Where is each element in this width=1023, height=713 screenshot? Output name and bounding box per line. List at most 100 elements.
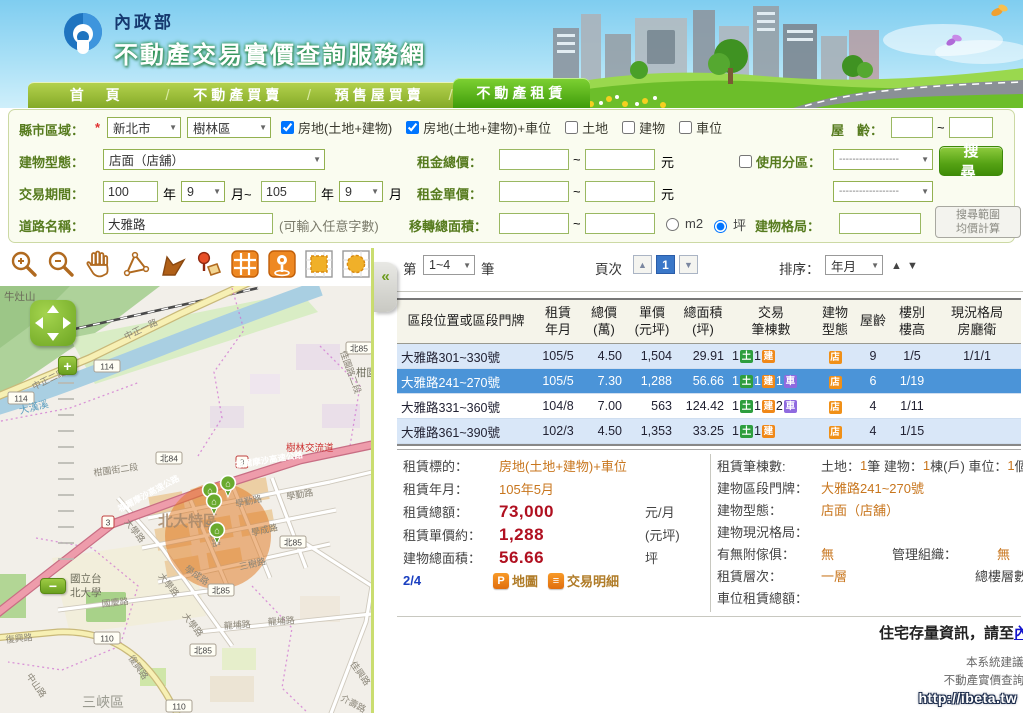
nav-tab-1[interactable]: 首 頁: [28, 82, 165, 108]
use-zone-checkbox-input[interactable]: [739, 155, 752, 168]
zone2-select[interactable]: ------------------▼: [833, 181, 933, 202]
sort-desc-button[interactable]: ▼: [907, 260, 918, 272]
area-label: 移轉總面積：: [409, 216, 487, 235]
property-type-option-5[interactable]: 車位: [679, 118, 722, 137]
rent-unit-min-input[interactable]: [499, 181, 569, 202]
map-zoom-in-button[interactable]: +: [58, 356, 77, 375]
use-zone-checkbox[interactable]: 使用分區：: [739, 152, 821, 171]
property-type-option-2[interactable]: 房地(土地+建物)+車位: [406, 118, 551, 137]
map[interactable]: 114114北84北85北85北85北8511011033 牛灶山中正二路中正一…: [0, 286, 372, 713]
badge-建: 建: [762, 400, 775, 413]
rent-total-max-input[interactable]: [585, 149, 655, 170]
collapse-map-panel-button[interactable]: «: [374, 262, 397, 312]
polygon-measure-icon[interactable]: [119, 249, 151, 282]
nav-tab-2[interactable]: 不動產買賣: [170, 82, 307, 108]
nav-tabs: 首 頁/不動產買賣/預售屋買賣/不動產租賃: [28, 82, 590, 108]
month-unit: 月: [389, 184, 402, 203]
property-type-checkbox-input[interactable]: [565, 121, 578, 134]
sort-label: 排序：: [779, 258, 820, 278]
tilde: ~: [573, 216, 581, 231]
table-row-1[interactable]: 大雅路301~330號105/54.501,50429.911土1建店91/51…: [397, 344, 1021, 369]
badge-土: 土: [740, 375, 753, 388]
cell-total-price: 7.00: [581, 399, 627, 413]
street-blocks-icon[interactable]: [229, 249, 261, 282]
road-number-badge: 3: [106, 518, 111, 528]
zoom-out-icon[interactable]: [45, 249, 77, 282]
property-type-checkbox-input[interactable]: [679, 121, 692, 134]
age-max-input[interactable]: [949, 117, 993, 138]
building-type-select[interactable]: 店面（店舖）▼: [103, 149, 325, 170]
moi-logo-icon: [62, 8, 104, 54]
moi-platform-link[interactable]: 內政部不動產資訊平台: [1014, 625, 1023, 642]
county-select[interactable]: 新北市▼: [107, 117, 181, 138]
cell-unit-price: 1,504: [627, 349, 677, 363]
store-badge: 店: [829, 426, 842, 439]
property-type-option-4[interactable]: 建物: [622, 118, 665, 137]
zoom-in-icon[interactable]: [8, 249, 40, 282]
m2-radio[interactable]: m2: [661, 215, 703, 231]
detail-actions-row: 2/4P地圖≡交易明細: [397, 569, 707, 592]
detail-row: 有無附傢俱：無管理組織：無: [717, 542, 1022, 564]
area-min-input[interactable]: [499, 213, 569, 234]
map-pan-control[interactable]: [30, 300, 76, 346]
pin-select-icon[interactable]: [193, 249, 225, 282]
count-suffix: 筆: [481, 258, 495, 278]
property-type-checkbox-input[interactable]: [406, 121, 419, 134]
road-number-badge: 北85: [212, 586, 230, 596]
map-zoom-slider[interactable]: [58, 382, 74, 574]
circle-range-icon[interactable]: [340, 249, 372, 282]
map-button[interactable]: P地圖: [493, 571, 538, 590]
detail-row: 建物型態：店面（店舖）: [717, 498, 1022, 520]
layout-input[interactable]: [839, 213, 921, 234]
detail-value-segment: 1: [923, 458, 930, 473]
road-name-input[interactable]: [103, 213, 273, 234]
road-number-badge: 110: [172, 702, 186, 712]
results-header: 第 1~4▼ 筆 頁次 ▲ 1 ▼ 排序： 年月▼ ▲ ▼: [395, 246, 1023, 292]
ping-radio[interactable]: 坪: [709, 215, 746, 234]
sort-asc-button[interactable]: ▲: [891, 260, 902, 272]
search-button[interactable]: 搜 尋: [939, 146, 1003, 176]
cell-age: 4: [857, 424, 889, 438]
range-average-button[interactable]: 搜尋範圍均價計算: [935, 206, 1021, 238]
chevron-down-icon: ▼: [313, 155, 321, 164]
use-zone-select[interactable]: ------------------▼: [833, 149, 933, 170]
period-from-year-input[interactable]: [103, 181, 158, 202]
column-header: 現況格局房廳衛: [935, 305, 1019, 338]
badge-建: 建: [762, 425, 775, 438]
property-type-checkbox-input[interactable]: [281, 121, 294, 134]
nav-tab-3[interactable]: 預售屋買賣: [311, 82, 448, 108]
period-to-year-input[interactable]: [261, 181, 316, 202]
area-select-icon[interactable]: [156, 249, 188, 282]
pan-hand-icon[interactable]: [82, 249, 114, 282]
map-zoom-out-button[interactable]: −: [40, 578, 66, 594]
detail-value: 105年5月: [499, 479, 554, 498]
locate-pin-icon[interactable]: [266, 249, 298, 282]
property-type-option-3[interactable]: 土地: [565, 118, 608, 137]
period-to-month-select[interactable]: 9▼: [339, 181, 383, 202]
sort-select[interactable]: 年月▼: [825, 255, 883, 275]
age-min-input[interactable]: [891, 117, 933, 138]
map-balloon-icon: P: [493, 573, 509, 589]
column-header: 建物型態: [813, 305, 857, 338]
page-down-button[interactable]: ▼: [679, 255, 698, 274]
table-row-3[interactable]: 大雅路331~360號104/87.00563124.421土1建2車店41/1…: [397, 394, 1021, 419]
record-range-select[interactable]: 1~4▼: [423, 255, 475, 275]
table-header-row: 區段位置或區段門牌租賃年月總價(萬)單價(元坪)總面積(坪)交易筆棟數建物型態屋…: [397, 300, 1021, 344]
chevron-down-icon: ▼: [213, 187, 221, 196]
tilde: ~: [573, 152, 581, 167]
nav-tab-4[interactable]: 不動產租賃: [453, 78, 590, 108]
table-row-2[interactable]: 大雅路241~270號105/57.301,28856.661土1建1車店61/…: [397, 369, 1021, 394]
transaction-detail-button[interactable]: ≡交易明細: [548, 571, 619, 590]
cell-floor: 1/5: [889, 349, 935, 363]
map-canvas[interactable]: 114114北84北85北85北85北8511011033 牛灶山中正二路中正一…: [0, 286, 372, 713]
property-type-option-1[interactable]: 房地(土地+建物): [281, 118, 392, 137]
rect-range-icon[interactable]: [303, 249, 335, 282]
rent-unit-max-input[interactable]: [585, 181, 655, 202]
rent-total-min-input[interactable]: [499, 149, 569, 170]
district-select[interactable]: 樹林區▼: [187, 117, 271, 138]
page-up-button[interactable]: ▲: [633, 255, 652, 274]
period-from-month-select[interactable]: 9▼: [181, 181, 225, 202]
area-max-input[interactable]: [585, 213, 655, 234]
property-type-checkbox-input[interactable]: [622, 121, 635, 134]
table-row-4[interactable]: 大雅路361~390號102/34.501,35333.251土1建店41/15: [397, 419, 1021, 444]
